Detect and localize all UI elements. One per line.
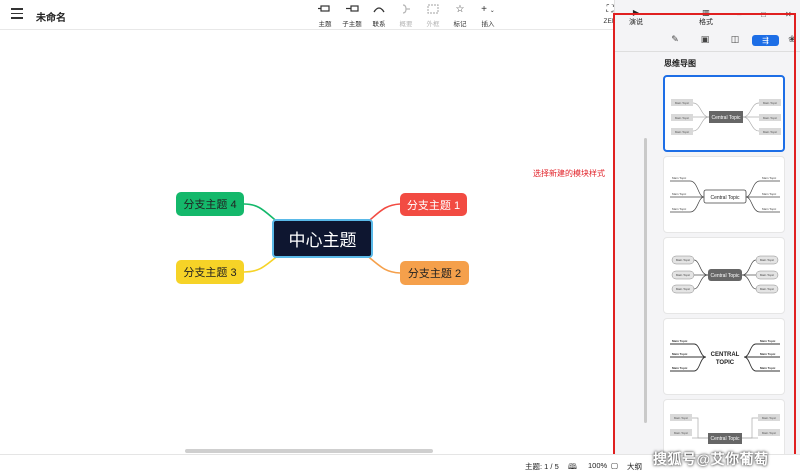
structure-icon[interactable]: ⇶	[752, 35, 779, 46]
zoom-level[interactable]: 100%	[588, 461, 607, 470]
template-card-3[interactable]: Central Topic Main Topic Main Topic Main T…	[663, 237, 785, 314]
template-preview-2: Central Topic Main Topic Main Topic Main T…	[670, 176, 780, 213]
format-icon: ▥	[702, 8, 710, 17]
map-icon[interactable]: 🕮	[568, 461, 577, 473]
tab-pitch-label: 演说	[629, 19, 643, 26]
svg-text:Main Topic: Main Topic	[672, 192, 687, 196]
template-preview-4: CENTRAL TOPIC Main Topic Main Topic Main T…	[670, 339, 780, 372]
svg-text:Main Topic: Main Topic	[762, 207, 777, 211]
svg-text:Main Topic: Main Topic	[762, 192, 777, 196]
close-icon[interactable]: ✕	[785, 10, 792, 19]
maximize-icon[interactable]: □	[761, 10, 766, 19]
svg-text:Main Topic: Main Topic	[674, 416, 689, 420]
minimize-icon[interactable]: –	[737, 10, 741, 19]
panel-header: ▶ 演说 ▥ 格式 – □ ✕	[615, 0, 800, 30]
template-card-4[interactable]: CENTRAL TOPIC Main Topic Main Topic Main T…	[663, 318, 785, 395]
svg-text:Central Topic: Central Topic	[710, 436, 740, 442]
svg-text:Main Topic: Main Topic	[675, 116, 690, 120]
svg-text:Main Topic: Main Topic	[672, 366, 688, 370]
svg-text:Main Topic: Main Topic	[760, 273, 775, 277]
topic-count: 主题: 1 / 5	[525, 462, 559, 471]
template-preview-5: Central Topic Main Topic Main Topic Main …	[670, 414, 780, 444]
branch-topic-4[interactable]: 分支主题 4	[176, 192, 244, 216]
tab-format-label: 格式	[699, 19, 713, 26]
watermark-text: 搜狐号@艾你葡萄	[653, 451, 769, 467]
svg-text:Central Topic: Central Topic	[710, 195, 740, 201]
template-preview-1: Central Topic Main Topic Main Topic Main T…	[671, 99, 781, 135]
central-topic[interactable]: 中心主题	[272, 219, 373, 258]
svg-text:Main Topic: Main Topic	[676, 273, 691, 277]
panel-divider	[615, 51, 800, 52]
svg-text:Main Topic: Main Topic	[762, 416, 777, 420]
template-center-label: Central Topic	[711, 115, 741, 121]
slide-icon[interactable]: ▣	[695, 34, 715, 45]
svg-text:Main Topic: Main Topic	[760, 287, 775, 291]
svg-text:Main Topic: Main Topic	[672, 207, 687, 211]
format-panel: ▶ 演说 ▥ 格式 – □ ✕ ✎ ▣ ◫ ⇶ ❀ 思维导图 Central T…	[614, 0, 800, 454]
svg-text:Main Topic: Main Topic	[760, 352, 776, 356]
svg-text:TOPIC: TOPIC	[716, 360, 735, 366]
svg-text:Main Topic: Main Topic	[760, 339, 776, 343]
svg-text:Main Topic: Main Topic	[672, 176, 687, 180]
svg-text:Main Topic: Main Topic	[763, 116, 778, 120]
svg-text:Main Topic: Main Topic	[675, 101, 690, 105]
svg-text:Main Topic: Main Topic	[760, 258, 775, 262]
branch-topic-1[interactable]: 分支主题 1	[400, 193, 467, 216]
svg-text:Main Topic: Main Topic	[762, 431, 777, 435]
tab-format[interactable]: ▥ 格式	[686, 8, 726, 27]
theme-icon[interactable]: ❀	[782, 34, 800, 45]
branch-topic-3[interactable]: 分支主题 3	[176, 260, 244, 284]
template-card-1[interactable]: Central Topic Main Topic Main Topic Main T…	[663, 75, 785, 152]
template-card-5[interactable]: Central Topic Main Topic Main Topic Main …	[663, 399, 785, 454]
template-list: Central Topic Main Topic Main Topic Main T…	[663, 72, 788, 454]
svg-text:Main Topic: Main Topic	[672, 339, 688, 343]
branch-topic-2[interactable]: 分支主题 2	[400, 261, 469, 285]
app-window: 未命名 主题 子主题 联系 概要 外框 ☆ 标记 + ⌄ 插入 ⛶ ZEN 中心…	[0, 0, 800, 473]
format-subtabs: ✎ ▣ ◫ ⇶ ❀	[625, 34, 796, 48]
zoom-dropdown-icon[interactable]: ▢	[611, 461, 618, 470]
sticker-icon[interactable]: ◫	[725, 34, 745, 45]
play-icon: ▶	[632, 8, 640, 17]
tab-pitch[interactable]: ▶ 演说	[616, 8, 656, 27]
svg-text:Main Topic: Main Topic	[763, 130, 778, 134]
template-center-label: CENTRAL	[711, 352, 740, 358]
svg-text:Main Topic: Main Topic	[672, 352, 688, 356]
svg-text:Main Topic: Main Topic	[674, 431, 689, 435]
annotation-text: 选择新建的模块样式	[533, 169, 605, 178]
brush-icon[interactable]: ✎	[665, 34, 685, 45]
svg-text:Main Topic: Main Topic	[675, 130, 690, 134]
svg-text:Main Topic: Main Topic	[676, 258, 691, 262]
svg-text:Main Topic: Main Topic	[676, 287, 691, 291]
svg-text:Main Topic: Main Topic	[762, 176, 777, 180]
section-title: 思维导图	[664, 59, 696, 68]
template-preview-3: Central Topic Main Topic Main Topic Main T…	[671, 255, 779, 294]
svg-text:Central Topic: Central Topic	[710, 273, 740, 279]
template-card-2[interactable]: Central Topic Main Topic Main Topic Main T…	[663, 156, 785, 233]
horizontal-scrollbar[interactable]	[185, 449, 433, 453]
svg-text:Main Topic: Main Topic	[763, 101, 778, 105]
outline-button[interactable]: 大纲	[627, 461, 642, 472]
svg-text:Main Topic: Main Topic	[760, 366, 776, 370]
panel-vertical-scrollbar[interactable]	[644, 138, 647, 423]
